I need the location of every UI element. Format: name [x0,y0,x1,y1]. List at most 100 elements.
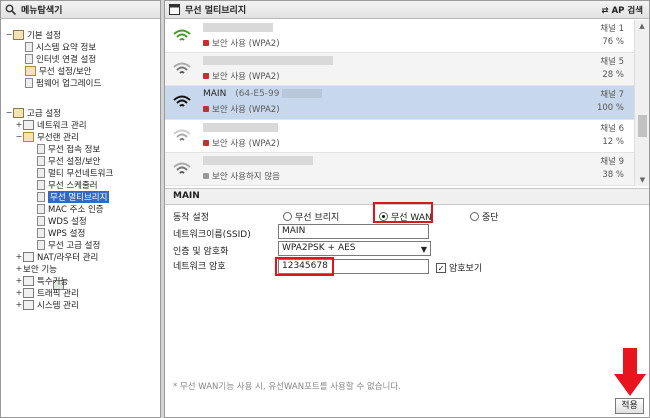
expand-toggle[interactable]: + [15,288,23,297]
page-icon [37,203,45,214]
ap-ssid [203,23,273,33]
lock-icon [203,106,209,112]
scroll-thumb[interactable] [638,115,647,137]
ap-search-button[interactable]: ⇄ AP 검색 [601,4,643,16]
menu-explorer-title: 메뉴탐색기 [21,6,63,16]
ap-ssid [203,56,333,66]
ap-list-item[interactable]: 보안 사용 (WPA2) 채널 5 28 % [165,53,634,86]
expand-toggle[interactable]: + [15,276,23,285]
menu-internet-connection[interactable]: 인터넷 연결 설정 [25,53,96,65]
wifi-signal-icon [173,62,191,74]
menu-multi-wireless-network[interactable]: 멀티 무선네트워크 [37,167,113,179]
redacted-mac [282,89,323,98]
menu-advanced-settings[interactable]: − 고급 설정 [5,107,61,119]
expand-toggle[interactable]: + [15,252,23,261]
radio-dot [470,212,479,221]
wifi-signal-icon [173,29,191,41]
page-icon [37,215,45,226]
folder-icon [23,299,34,310]
ap-list: 보안 사용 (WPA2) 채널 1 76 % 보안 사용 (WPA2) 채널 5… [165,20,634,186]
ap-ssid: MAIN (64-E5-99 [203,89,323,99]
show-password-checkbox[interactable]: ✓ 암호보기 [436,261,482,274]
magnifier-icon [5,4,17,16]
menu-wireless-security[interactable]: 무선 설정/보안 [37,155,101,167]
refresh-icon: ⇄ [601,5,609,16]
ap-channel-signal: 채널 6 12 % [600,124,624,147]
menu-wds-settings[interactable]: WDS 설정 [37,215,87,227]
ap-channel-signal: 채널 9 38 % [600,157,624,180]
highlight-box [275,257,334,276]
ap-list-scrollbar[interactable]: ▲ ▼ [634,20,649,186]
menu-special-functions[interactable]: + 특수기능 [15,275,68,287]
mode-radio-stop[interactable]: 중단 [470,210,499,223]
redacted-ssid [203,123,278,132]
menu-traffic-management[interactable]: + 트래픽 관리 [15,287,79,299]
collapse-toggle[interactable]: − [5,30,13,39]
expand-toggle[interactable]: + [15,120,23,129]
folder-icon [23,119,34,130]
menu-wps-settings[interactable]: WPS 설정 [37,227,85,239]
page-icon [25,53,33,64]
arrow-down-icon [614,348,646,396]
lock-icon [203,73,209,79]
apply-button[interactable]: 적용 [615,398,644,414]
menu-security[interactable]: + 보안 기능 [15,263,64,290]
menu-wireless-access-info[interactable]: 무선 접속 정보 [37,143,100,155]
folder-icon [23,251,34,262]
menu-wireless-lan-management[interactable]: − 무선랜 관리 [15,131,79,143]
ap-security: 보안 사용하지 않음 [203,170,280,182]
page-icon [37,143,45,154]
page-icon [37,167,45,178]
multibridge-panel: 무선 멀티브리지 ⇄ AP 검색 보안 사용 (WPA2) 채널 1 76 % … [165,1,649,417]
window-icon [169,4,180,15]
expand-toggle[interactable]: + [15,300,23,309]
collapse-toggle[interactable]: − [5,108,13,117]
ap-list-item-selected[interactable]: MAIN (64-E5-99 보안 사용 (WPA2) 채널 7 100 % [165,86,634,120]
menu-firmware-upgrade[interactable]: 펌웨어 업그레이드 [25,77,101,89]
wireless-icon [25,65,36,76]
menu-wireless-security-basic[interactable]: 무선 설정/보안 [25,65,92,77]
auth-label: 인증 및 암호화 [173,247,229,257]
ap-ssid [203,156,313,166]
page-icon [37,227,45,238]
ssid-input[interactable]: MAIN [278,224,429,239]
collapse-toggle[interactable]: − [15,132,23,141]
ap-list-item[interactable]: 보안 사용 (WPA2) 채널 1 76 % [165,20,634,53]
menu-mac-auth[interactable]: MAC 주소 인증 [37,203,104,215]
page-icon [25,41,33,52]
settings-folder-icon [13,29,24,40]
menu-wireless-multibridge[interactable]: 무선 멀티브리지 [37,190,110,203]
menu-wireless-scheduler[interactable]: 무선 스케줄러 [37,179,98,191]
ap-list-item[interactable]: 보안 사용하지 않음 채널 9 38 % [165,153,634,186]
menu-network-management[interactable]: + 네트워크 관리 [15,119,87,131]
auth-select[interactable]: WPA2PSK + AES ▼ [278,241,431,256]
mode-label: 동작 설정 [173,213,209,223]
menu-system-summary[interactable]: 시스템 요약 정보 [25,41,96,53]
wan-note: * 무선 WAN기능 사용 시, 유선WAN포트를 사용할 수 없습니다. [173,382,401,392]
menu-system-management[interactable]: + 시스템 관리 [15,299,79,311]
lock-icon [203,140,209,146]
settings-folder-icon [13,107,24,118]
mode-radio-wireless-wan[interactable]: 무선 WAN [379,210,432,223]
unlocked-icon [203,173,209,179]
radio-dot [379,212,388,221]
expand-toggle[interactable]: + [15,264,23,273]
mode-radio-bridge[interactable]: 무선 브리지 [283,210,339,223]
lock-icon [203,40,209,46]
menu-wireless-advanced[interactable]: 무선 고급 설정 [37,239,100,251]
menu-basic-settings[interactable]: − 기본 설정 [5,29,61,41]
ssid-label: 네트워크이름(SSID) [173,230,251,240]
radio-dot [283,212,292,221]
ap-channel-signal: 채널 7 100 % [596,90,624,113]
wifi-signal-icon [173,162,191,174]
ap-list-item[interactable]: 보안 사용 (WPA2) 채널 6 12 % [165,120,634,153]
ap-security: 보안 사용 (WPA2) [203,137,280,149]
page-icon [25,77,33,88]
menu-nat-router[interactable]: + NAT/라우터 관리 [15,251,98,263]
ap-channel-signal: 채널 5 28 % [600,57,624,80]
scroll-up-arrow-icon[interactable]: ▲ [635,20,649,32]
page-icon [37,191,45,202]
ap-channel-signal: 채널 1 76 % [600,24,624,47]
scroll-down-arrow-icon[interactable]: ▼ [635,174,650,186]
wifi-signal-icon [173,95,191,107]
